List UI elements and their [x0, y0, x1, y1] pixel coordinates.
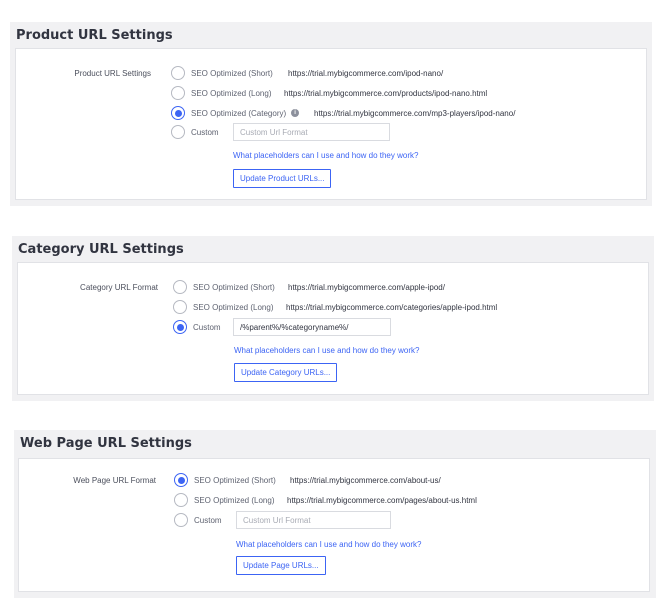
product-url-settings-panel: Product URL Settings Product URL Setting… — [10, 22, 652, 206]
category-url-example: https://trial.mybigcommerce.com/apple-ip… — [288, 283, 445, 292]
product-url-settings-title: Product URL Settings — [16, 28, 173, 43]
info-circle-icon[interactable]: i — [291, 109, 300, 117]
category-placeholders-help-link[interactable]: What placeholders can I use and how do t… — [234, 346, 419, 355]
webpage-radio-seo-short[interactable] — [174, 473, 188, 487]
webpage-radio-custom[interactable] — [174, 513, 188, 527]
category-url-example: https://trial.mybigcommerce.com/categori… — [286, 303, 498, 312]
update-category-urls-button[interactable]: Update Category URLs... — [234, 363, 338, 382]
category-url-settings-panel: Category URL Settings Category URL Forma… — [12, 236, 654, 401]
product-radio-custom[interactable] — [171, 125, 185, 139]
product-radio-seo-short[interactable] — [171, 66, 185, 80]
category-radio-seo-short[interactable] — [173, 280, 187, 294]
webpage-option-label: SEO Optimized (Long) — [194, 495, 275, 505]
webpage-url-example: https://trial.mybigcommerce.com/about-us… — [290, 476, 441, 485]
webpage-url-example: https://trial.mybigcommerce.com/pages/ab… — [287, 496, 477, 505]
webpage-url-settings-card: Web Page URL Format SEO Optimized (Short… — [18, 458, 650, 592]
webpage-option-seo-short[interactable]: SEO Optimized (Short) — [174, 472, 276, 488]
product-radio-seo-category[interactable] — [171, 106, 185, 120]
category-option-label: SEO Optimized (Short) — [193, 282, 275, 292]
category-option-seo-short[interactable]: SEO Optimized (Short) — [173, 279, 275, 295]
product-option-label: Custom — [191, 127, 219, 137]
category-option-seo-long[interactable]: SEO Optimized (Long) — [173, 299, 273, 315]
product-url-example: https://trial.mybigcommerce.com/ipod-nan… — [288, 69, 444, 78]
webpage-url-settings-title: Web Page URL Settings — [20, 436, 192, 451]
webpage-option-label: Custom — [194, 515, 222, 525]
product-url-example: https://trial.mybigcommerce.com/products… — [284, 89, 488, 98]
product-url-settings-label: Product URL Settings — [74, 69, 151, 78]
webpage-option-seo-long[interactable]: SEO Optimized (Long) — [174, 492, 274, 508]
product-placeholders-help-link[interactable]: What placeholders can I use and how do t… — [233, 151, 418, 160]
product-radio-seo-long[interactable] — [171, 86, 185, 100]
product-option-seo-long[interactable]: SEO Optimized (Long) — [171, 85, 271, 101]
webpage-placeholders-help-link[interactable]: What placeholders can I use and how do t… — [236, 540, 421, 549]
product-option-label: SEO Optimized (Category) — [191, 108, 287, 118]
category-option-label: Custom — [193, 322, 221, 332]
category-url-settings-title: Category URL Settings — [18, 242, 184, 257]
webpage-option-custom[interactable]: Custom — [174, 512, 222, 528]
product-option-label: SEO Optimized (Long) — [191, 88, 272, 98]
category-option-label: SEO Optimized (Long) — [193, 302, 274, 312]
product-option-seo-short[interactable]: SEO Optimized (Short) — [171, 65, 273, 81]
update-product-urls-button[interactable]: Update Product URLs... — [233, 169, 332, 188]
webpage-custom-url-input[interactable] — [236, 511, 391, 529]
category-custom-url-input[interactable] — [233, 318, 391, 336]
category-url-format-label: Category URL Format — [80, 283, 158, 292]
webpage-radio-seo-long[interactable] — [174, 493, 188, 507]
webpage-url-settings-panel: Web Page URL Settings Web Page URL Forma… — [14, 430, 656, 598]
category-radio-custom[interactable] — [173, 320, 187, 334]
product-option-label: SEO Optimized (Short) — [191, 68, 273, 78]
webpage-url-format-label: Web Page URL Format — [73, 476, 156, 485]
category-radio-seo-long[interactable] — [173, 300, 187, 314]
product-custom-url-input[interactable] — [233, 123, 390, 141]
category-option-custom[interactable]: Custom — [173, 319, 221, 335]
product-option-seo-category[interactable]: SEO Optimized (Category) i — [171, 105, 300, 121]
update-page-urls-button[interactable]: Update Page URLs... — [236, 556, 326, 575]
category-url-settings-card: Category URL Format SEO Optimized (Short… — [17, 262, 649, 395]
product-url-settings-card: Product URL Settings SEO Optimized (Shor… — [15, 48, 647, 200]
product-url-example: https://trial.mybigcommerce.com/mp3-play… — [314, 109, 516, 118]
product-option-custom[interactable]: Custom — [171, 124, 219, 140]
webpage-option-label: SEO Optimized (Short) — [194, 475, 276, 485]
